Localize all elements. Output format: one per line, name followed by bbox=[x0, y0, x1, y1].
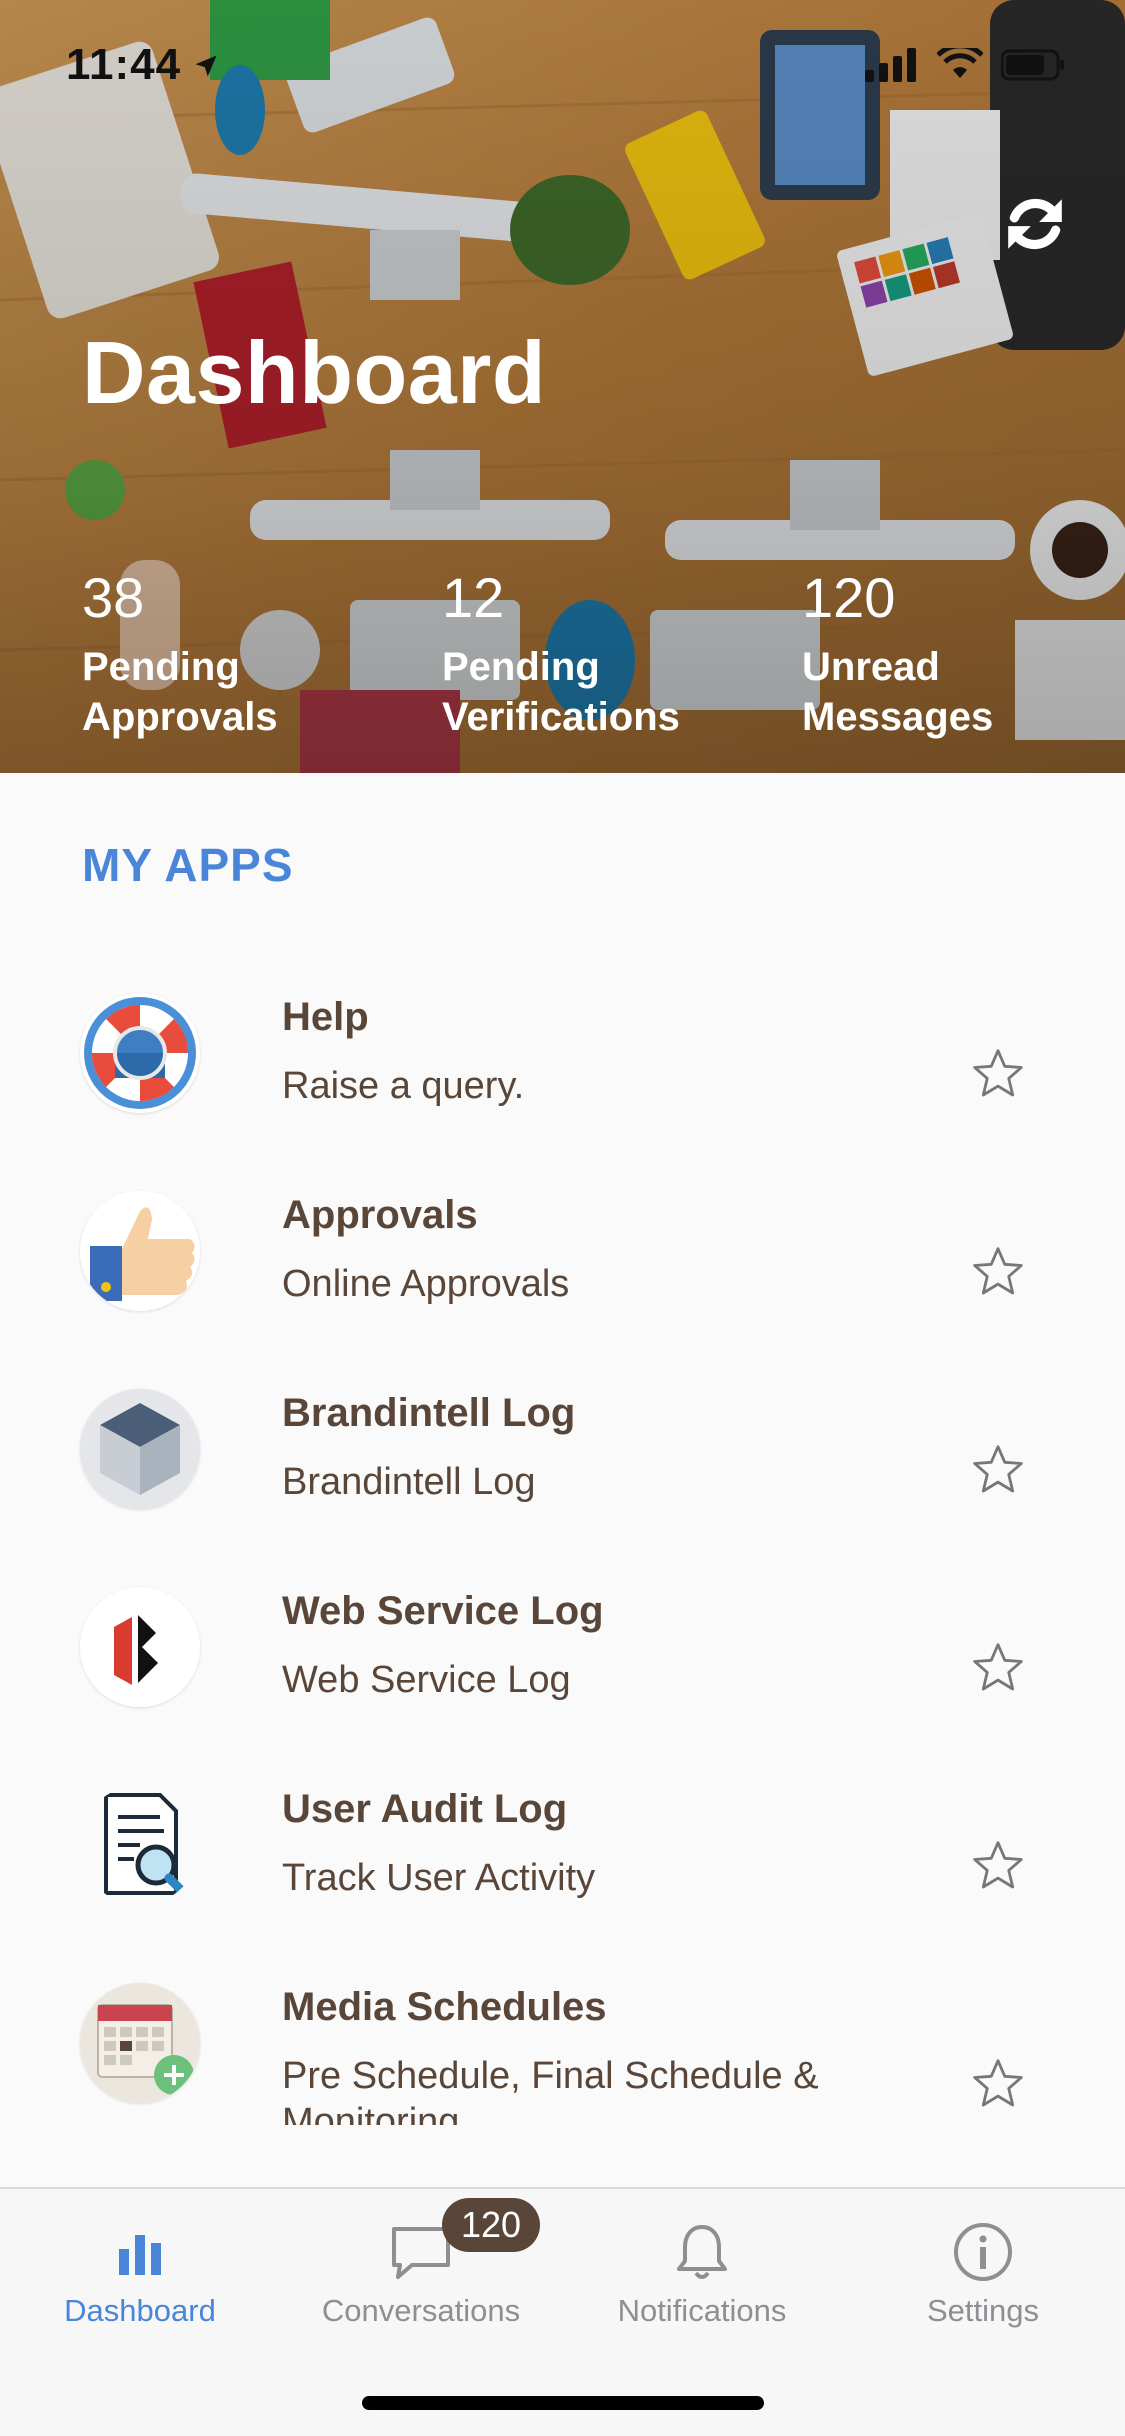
app-title: Help bbox=[282, 995, 369, 1039]
stat-pending-approvals[interactable]: 38 Pending Approvals bbox=[82, 562, 382, 742]
cube-icon bbox=[80, 1389, 200, 1509]
wifi-icon bbox=[937, 48, 983, 78]
stat-unread-messages[interactable]: 120 Unread Messages bbox=[802, 562, 1102, 742]
tab-notifications[interactable]: Notifications bbox=[562, 2189, 842, 2349]
tab-label: Notifications bbox=[617, 2293, 787, 2328]
app-subtitle: Brandintell Log bbox=[282, 1461, 536, 1503]
calendar-add-icon bbox=[80, 1983, 200, 2103]
conversations-badge: 120 bbox=[442, 2198, 540, 2252]
stat-label: Pending Verifications bbox=[442, 645, 680, 739]
tab-dashboard[interactable]: Dashboard bbox=[0, 2189, 280, 2349]
stat-value: 120 bbox=[802, 566, 896, 629]
location-arrow-icon bbox=[195, 55, 217, 77]
favorite-star-icon[interactable] bbox=[970, 1641, 1026, 1695]
status-time: 11:44 bbox=[66, 40, 182, 89]
app-title: Approvals bbox=[282, 1193, 478, 1237]
tab-label: Settings bbox=[926, 2293, 1039, 2328]
stat-pending-verifications[interactable]: 12 Pending Verifications bbox=[442, 562, 742, 742]
page-title: Dashboard bbox=[82, 323, 547, 422]
thumbs-up-icon bbox=[80, 1191, 200, 1311]
info-circle-icon bbox=[954, 2223, 1012, 2281]
app-subtitle: Web Service Log bbox=[282, 1659, 571, 1701]
bar-chart-icon bbox=[119, 2235, 161, 2275]
tab-label: Conversations bbox=[321, 2293, 521, 2328]
app-list[interactable]: Help Raise a query. Approvals Online App… bbox=[0, 955, 1125, 2125]
app-title: Brandintell Log bbox=[282, 1391, 576, 1435]
favorite-star-icon[interactable] bbox=[970, 1047, 1026, 1101]
app-item-media-schedules[interactable]: Media Schedules Pre Schedule, Final Sche… bbox=[0, 1945, 1125, 2125]
cellular-signal-icon bbox=[865, 48, 916, 82]
app-title: User Audit Log bbox=[282, 1787, 568, 1831]
favorite-star-icon[interactable] bbox=[970, 2057, 1026, 2111]
status-bar: 11:44 bbox=[0, 0, 1125, 132]
document-search-icon bbox=[80, 1785, 200, 1905]
app-subtitle: Online Approvals bbox=[282, 1263, 570, 1305]
battery-icon bbox=[1001, 49, 1064, 81]
app-item-web-service-log[interactable]: Web Service Log Web Service Log bbox=[0, 1549, 1125, 1747]
favorite-star-icon[interactable] bbox=[970, 1839, 1026, 1893]
app-item-user-audit-log[interactable]: User Audit Log Track User Activity bbox=[0, 1747, 1125, 1945]
app-subtitle: Track User Activity bbox=[282, 1857, 596, 1899]
app-title: Web Service Log bbox=[282, 1589, 604, 1633]
app-item-brandintell-log[interactable]: Brandintell Log Brandintell Log bbox=[0, 1351, 1125, 1549]
app-subtitle: Pre Schedule, Final Schedule & Monitorin… bbox=[282, 2055, 819, 2125]
stat-value: 38 bbox=[82, 566, 145, 629]
web-service-logo-icon bbox=[80, 1587, 200, 1707]
my-apps-heading: MY APPS bbox=[82, 839, 294, 891]
refresh-button[interactable] bbox=[993, 182, 1077, 266]
app-item-approvals[interactable]: Approvals Online Approvals bbox=[0, 1153, 1125, 1351]
tab-label: Dashboard bbox=[64, 2293, 216, 2328]
stat-value: 12 bbox=[442, 566, 505, 629]
app-item-help[interactable]: Help Raise a query. bbox=[0, 955, 1125, 1153]
tab-settings[interactable]: Settings bbox=[843, 2189, 1123, 2349]
favorite-star-icon[interactable] bbox=[970, 1443, 1026, 1497]
favorite-star-icon[interactable] bbox=[970, 1245, 1026, 1299]
app-subtitle: Raise a query. bbox=[282, 1065, 525, 1107]
refresh-icon bbox=[1008, 198, 1062, 250]
stat-label: Pending Approvals bbox=[82, 645, 278, 739]
stat-label: Unread Messages bbox=[802, 645, 994, 739]
lifebuoy-icon bbox=[80, 993, 200, 1113]
bell-icon bbox=[677, 2225, 727, 2279]
home-indicator[interactable] bbox=[362, 2396, 764, 2410]
app-title: Media Schedules bbox=[282, 1985, 607, 2029]
